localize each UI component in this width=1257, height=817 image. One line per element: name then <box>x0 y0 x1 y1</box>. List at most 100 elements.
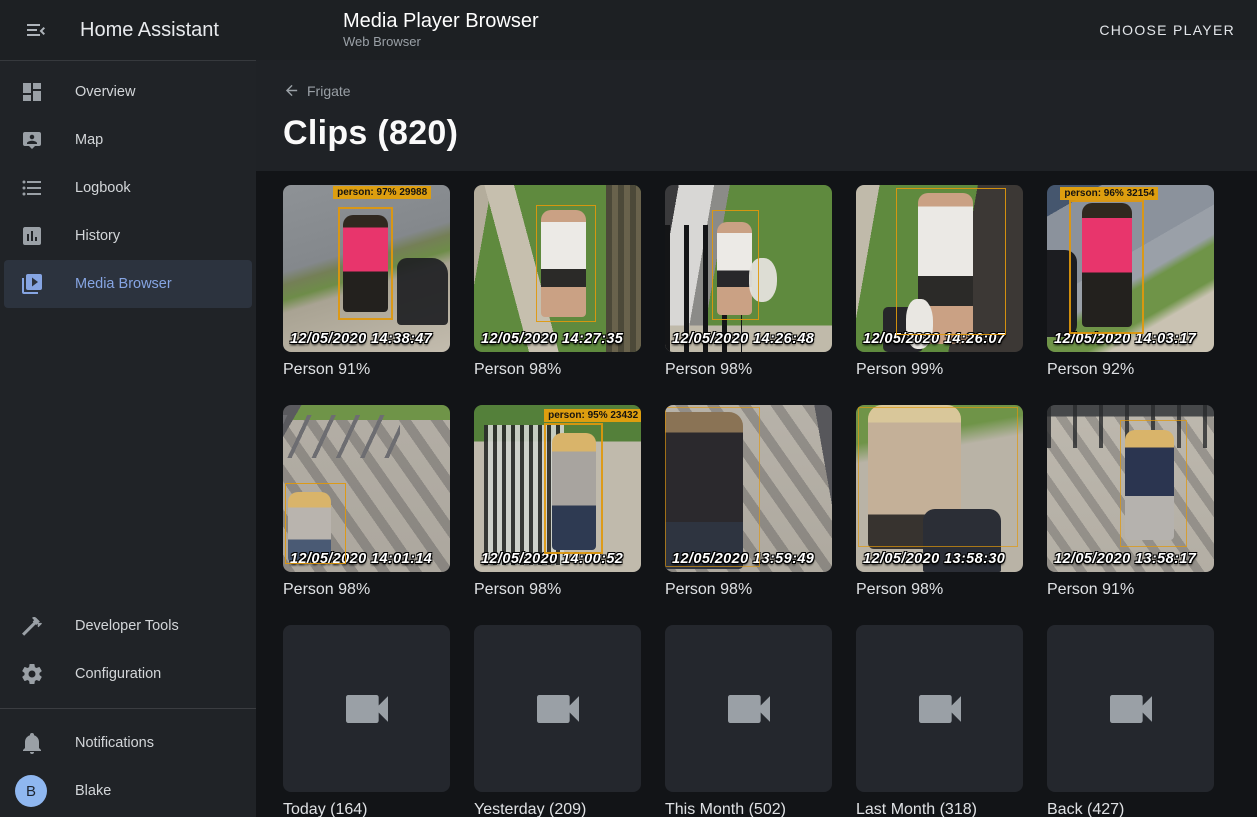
sidebar-item-map[interactable]: Map <box>0 116 256 164</box>
detection-label: person: 96% 32154 <box>1060 187 1158 200</box>
detection-bounding-box <box>1069 200 1144 334</box>
content-header: Frigate Clips (820) <box>256 60 1257 171</box>
media-browser-content: Frigate Clips (820) person: 97% 29988 12… <box>256 60 1257 817</box>
folder-tile-back[interactable]: Back (427) <box>1047 625 1214 817</box>
clip-thumbnail[interactable]: person: 97% 29988 12/05/2020 14:38:47 <box>283 185 450 352</box>
app-title: Home Assistant <box>80 19 219 42</box>
folder-thumbnail[interactable] <box>283 625 450 792</box>
clip-label: Person 92% <box>1047 361 1214 379</box>
bell-icon <box>20 731 44 755</box>
clip-thumbnail[interactable]: 12/05/2020 13:59:49 <box>665 405 832 572</box>
play-box-multiple-icon <box>20 272 44 296</box>
detection-label: person: 97% 29988 <box>333 186 431 199</box>
detection-label: person: 95% 23432 <box>544 409 641 422</box>
folder-tile-yesterday[interactable]: Yesterday (209) <box>474 625 641 817</box>
map-marker-account-icon <box>20 128 44 152</box>
video-camera-icon <box>339 681 395 737</box>
menu-open-icon <box>24 18 48 42</box>
folder-tile-this-month[interactable]: This Month (502) <box>665 625 832 817</box>
sidebar-item-logbook[interactable]: Logbook <box>0 164 256 212</box>
sidebar-item-label: Media Browser <box>75 276 172 292</box>
detection-bounding-box <box>1120 420 1187 547</box>
clip-label: Person 98% <box>474 361 641 379</box>
clip-tile[interactable]: 12/05/2020 14:01:14 Person 98% <box>283 405 450 599</box>
choose-player-button[interactable]: CHOOSE PLAYER <box>1091 12 1243 48</box>
sidebar-item-label: Map <box>75 132 103 148</box>
timestamp-overlay: 12/05/2020 14:26:48 <box>672 331 814 347</box>
sidebar-item-configuration[interactable]: Configuration <box>0 650 256 698</box>
thumbnail-art <box>397 258 449 325</box>
timestamp-overlay: 12/05/2020 13:58:30 <box>863 551 1005 567</box>
clips-grid: person: 97% 29988 12/05/2020 14:38:47 Pe… <box>283 185 1230 817</box>
clip-thumbnail[interactable]: 12/05/2020 14:26:07 <box>856 185 1023 352</box>
sidebar: Overview Map Logbook History Media Brows… <box>0 60 256 817</box>
breadcrumb-label: Frigate <box>307 83 351 99</box>
clip-tile[interactable]: 12/05/2020 14:26:07 Person 99% <box>856 185 1023 379</box>
detection-bounding-box <box>712 210 759 320</box>
clip-tile[interactable]: person: 95% 23432 12/05/2020 14:00:52 Pe… <box>474 405 641 599</box>
sidebar-item-user-profile[interactable]: B Blake <box>0 767 256 815</box>
folder-label: This Month (502) <box>665 801 832 817</box>
sidebar-item-notifications[interactable]: Notifications <box>0 719 256 767</box>
detection-bounding-box <box>544 423 602 553</box>
detection-bounding-box <box>536 205 596 322</box>
folder-label: Back (427) <box>1047 801 1214 817</box>
list-bulleted-icon <box>20 176 44 200</box>
clip-thumbnail[interactable]: 12/05/2020 14:27:35 <box>474 185 641 352</box>
sidebar-toggle-button[interactable] <box>20 14 52 46</box>
folder-label: Today (164) <box>283 801 450 817</box>
sidebar-item-label: History <box>75 228 120 244</box>
folder-thumbnail[interactable] <box>1047 625 1214 792</box>
chart-box-icon <box>20 224 44 248</box>
sidebar-header: Home Assistant <box>0 14 256 46</box>
folder-thumbnail[interactable] <box>665 625 832 792</box>
clip-tile[interactable]: 12/05/2020 13:58:30 Person 98% <box>856 405 1023 599</box>
gear-icon <box>20 662 44 686</box>
sidebar-item-overview[interactable]: Overview <box>0 68 256 116</box>
folder-label: Yesterday (209) <box>474 801 641 817</box>
clip-thumbnail[interactable]: 12/05/2020 13:58:30 <box>856 405 1023 572</box>
timestamp-overlay: 12/05/2020 13:58:17 <box>1054 551 1196 567</box>
clip-tile[interactable]: 12/05/2020 14:26:48 Person 98% <box>665 185 832 379</box>
video-camera-icon <box>721 681 777 737</box>
clips-page-title: Clips (820) <box>283 114 1257 153</box>
breadcrumb-back-frigate[interactable]: Frigate <box>283 82 351 99</box>
clips-grid-container: person: 97% 29988 12/05/2020 14:38:47 Pe… <box>256 171 1257 817</box>
clip-tile[interactable]: 12/05/2020 13:59:49 Person 98% <box>665 405 832 599</box>
thumbnail-art <box>283 415 400 458</box>
sidebar-item-label: Developer Tools <box>75 618 179 634</box>
thumbnail-art <box>606 185 641 352</box>
clip-tile[interactable]: person: 97% 29988 12/05/2020 14:38:47 Pe… <box>283 185 450 379</box>
folder-thumbnail[interactable] <box>474 625 641 792</box>
timestamp-overlay: 12/05/2020 14:27:35 <box>481 331 623 347</box>
clip-thumbnail[interactable]: 12/05/2020 14:01:14 <box>283 405 450 572</box>
clip-thumbnail[interactable]: 12/05/2020 14:26:48 <box>665 185 832 352</box>
clip-thumbnail[interactable]: person: 96% 32154 12/05/2020 14:03:17 <box>1047 185 1214 352</box>
page-title: Media Player Browser <box>343 10 539 33</box>
clip-label: Person 98% <box>665 581 832 599</box>
clip-tile[interactable]: person: 96% 32154 12/05/2020 14:03:17 Pe… <box>1047 185 1214 379</box>
dashboard-icon <box>20 80 44 104</box>
folder-thumbnail[interactable] <box>856 625 1023 792</box>
clip-thumbnail[interactable]: person: 95% 23432 12/05/2020 14:00:52 <box>474 405 641 572</box>
folder-tile-today[interactable]: Today (164) <box>283 625 450 817</box>
page-subtitle: Web Browser <box>343 35 539 50</box>
sidebar-item-developer-tools[interactable]: Developer Tools <box>0 602 256 650</box>
clip-tile[interactable]: 12/05/2020 13:58:17 Person 91% <box>1047 405 1214 599</box>
top-app-bar: Home Assistant Media Player Browser Web … <box>0 0 1257 60</box>
folder-tile-last-month[interactable]: Last Month (318) <box>856 625 1023 817</box>
clip-thumbnail[interactable]: 12/05/2020 13:58:17 <box>1047 405 1214 572</box>
video-camera-icon <box>530 681 586 737</box>
detection-bounding-box <box>285 483 347 563</box>
clip-tile[interactable]: 12/05/2020 14:27:35 Person 98% <box>474 185 641 379</box>
sidebar-item-media-browser[interactable]: Media Browser <box>4 260 252 308</box>
detection-bounding-box <box>665 407 760 567</box>
sidebar-item-history[interactable]: History <box>0 212 256 260</box>
user-name-label: Blake <box>75 783 111 799</box>
video-camera-icon <box>912 681 968 737</box>
clip-label: Person 99% <box>856 361 1023 379</box>
arrow-left-icon <box>283 82 300 99</box>
video-camera-icon <box>1103 681 1159 737</box>
timestamp-overlay: 12/05/2020 14:38:47 <box>290 331 432 347</box>
clip-label: Person 98% <box>283 581 450 599</box>
